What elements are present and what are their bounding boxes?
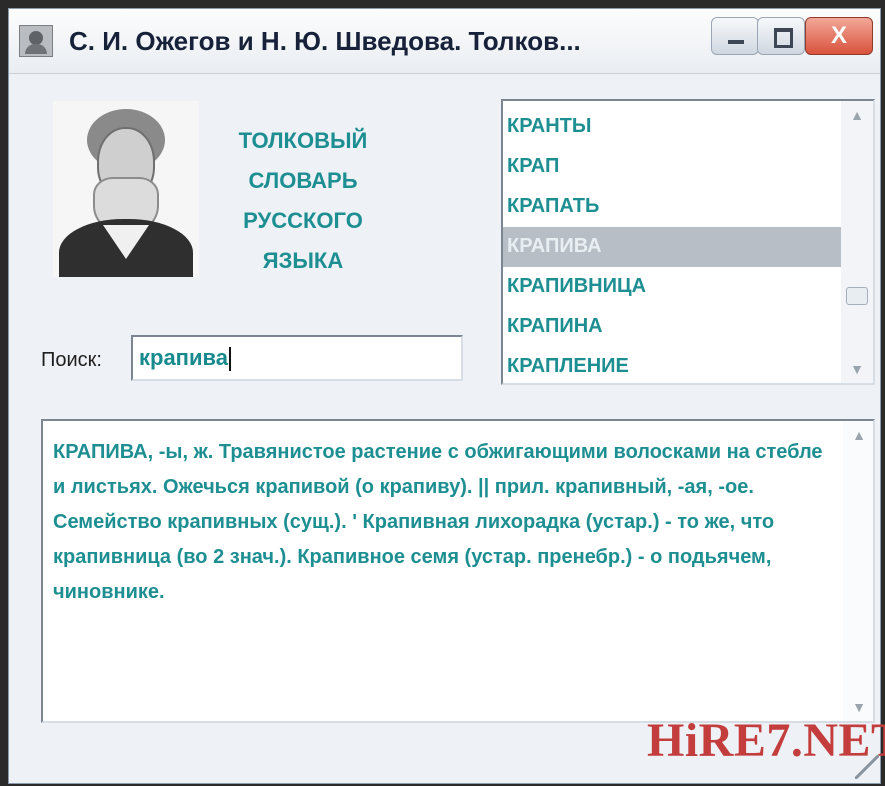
- scroll-down-icon[interactable]: ▼: [841, 355, 873, 383]
- dictionary-title-line: РУССКОГО: [243, 208, 363, 233]
- minimize-button[interactable]: [711, 17, 759, 55]
- word-list-item-selected[interactable]: КРАПИВА: [503, 227, 841, 267]
- word-list-item[interactable]: КРАПИВНИЦА: [503, 267, 841, 307]
- scroll-up-icon[interactable]: ▲: [843, 421, 875, 449]
- search-label: Поиск:: [41, 349, 102, 371]
- app-icon-shoulders: [25, 44, 47, 54]
- definition-textbox[interactable]: КРАПИВА, -ы, ж. Травянистое растение с о…: [41, 419, 875, 723]
- word-list-item[interactable]: КРАПЛЕНИЕ: [503, 347, 841, 383]
- word-list-item[interactable]: КРАПИНА: [503, 307, 841, 347]
- app-icon-head: [29, 31, 43, 45]
- word-list-items: КРАНТЫ КРАП КРАПАТЬ КРАПИВА КРАПИВНИЦА К…: [503, 107, 841, 383]
- search-input[interactable]: крапива: [131, 335, 463, 381]
- maximize-button[interactable]: [757, 17, 805, 55]
- close-icon: X: [830, 22, 847, 49]
- dictionary-title-line: ЯЗЫКА: [262, 248, 344, 273]
- dictionary-title-line: СЛОВАРЬ: [248, 168, 358, 193]
- scroll-up-icon[interactable]: ▲: [841, 101, 873, 129]
- author-portrait: [53, 101, 199, 277]
- dictionary-title-line: ТОЛКОВЫЙ: [238, 128, 368, 153]
- portrait-app-icon[interactable]: [19, 25, 53, 57]
- resize-grip-icon[interactable]: [855, 755, 879, 779]
- title-bar[interactable]: С. И. Ожегов и Н. Ю. Шведова. Толков... …: [9, 9, 880, 74]
- word-list-item[interactable]: КРАП: [503, 147, 841, 187]
- definition-scrollbar[interactable]: ▲ ▼: [843, 421, 873, 721]
- dictionary-window: С. И. Ожегов и Н. Ю. Шведова. Толков... …: [8, 8, 885, 784]
- close-button[interactable]: X: [805, 17, 873, 55]
- definition-text: КРАПИВА, -ы, ж. Травянистое растение с о…: [53, 441, 823, 603]
- word-list-item[interactable]: КРАНТЫ: [503, 107, 841, 147]
- search-value: крапива: [139, 345, 228, 370]
- word-list-scrollbar[interactable]: ▲ ▼: [841, 101, 873, 383]
- scroll-thumb[interactable]: [846, 287, 868, 305]
- dictionary-title: ТОЛКОВЫЙ СЛОВАРЬ РУССКОГО ЯЗЫКА: [223, 121, 383, 281]
- text-caret: [228, 347, 231, 372]
- window-title: С. И. Ожегов и Н. Ю. Шведова. Толков...: [69, 26, 581, 56]
- watermark-logo: HiRE7.NET: [647, 714, 885, 767]
- word-list-item[interactable]: КРАПАТЬ: [503, 187, 841, 227]
- word-list[interactable]: КРАНТЫ КРАП КРАПАТЬ КРАПИВА КРАПИВНИЦА К…: [501, 99, 875, 385]
